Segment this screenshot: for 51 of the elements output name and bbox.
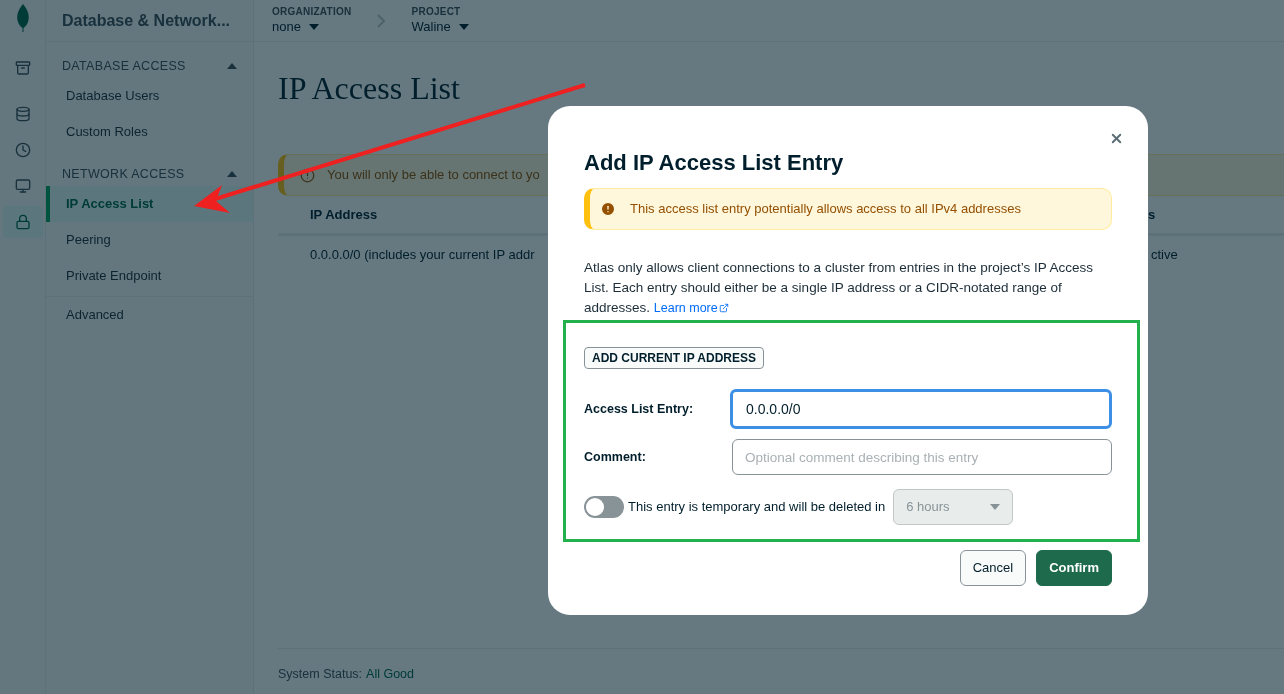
clock-icon [14,142,31,158]
table-cell-text: ctive [1151,246,1178,265]
sidebar-title: Database & Network... [62,10,231,31]
duration-select: 6 hours [893,489,1014,525]
caret-icon [458,23,469,30]
collapse-caret-icon [227,171,237,177]
breadcrumb-dropdown[interactable]: ORGANIZATION none [272,6,352,35]
breadcrumb-value: none [272,18,301,35]
caret-icon [990,504,1001,510]
section-header[interactable]: NETWORK ACCESS [46,162,253,186]
chevron-right-icon [377,13,386,28]
monitor-icon [14,178,31,194]
column-header: s [1148,205,1156,224]
nav-item[interactable]: IP Access List [46,186,253,222]
dialog-title: Add IP Access List Entry [584,149,845,177]
lock-icon [14,214,31,230]
description-text: Atlas only allows client connections to a cluster from entries in the project’s IP Access List. Each entry should either be a single IP address or a CIDR-notated range of addresses. Learn more [584,258,1112,318]
field-label: Access List Entry: [584,400,695,418]
breadcrumb-label: PROJECT [411,6,461,19]
alert-icon [600,201,616,217]
column-header: IP Address [310,205,378,224]
confirm-button[interactable]: Confirm [1036,550,1112,586]
banner-text: You will only be able to connect to yo [327,166,540,185]
breadcrumb-value: Waline [411,18,451,35]
collapse-caret-icon [227,63,237,69]
page-title: IP Access List [278,69,461,108]
section-header[interactable]: DATABASE ACCESS [46,54,253,78]
breadcrumb-dropdown[interactable]: PROJECT Waline [411,6,469,35]
rail-button[interactable] [2,206,43,238]
nav-item[interactable]: Peering [46,222,253,258]
archive-icon [14,60,31,76]
nav-item[interactable]: Database Users [46,78,253,114]
learn-more-link[interactable]: Learn more [653,298,729,318]
field-label: Comment: [584,448,647,466]
nav-item[interactable]: Advanced [46,297,253,333]
add-current-ip-button[interactable]: ADD CURRENT IP ADDRESS [584,347,764,369]
table-cell-text: 0.0.0.0/0 (includes your current IP addr [310,246,535,265]
leaf-logo[interactable] [15,4,30,32]
status-label: System Status: [278,666,363,683]
nav-item[interactable]: Private Endpoint [46,258,253,294]
external-link-icon [718,303,729,313]
access-list-entry-field[interactable]: 0.0.0.0/0 [730,389,1112,429]
status-value[interactable]: All Good [366,665,414,694]
breadcrumb-label: ORGANIZATION [272,6,352,19]
cancel-button[interactable]: Cancel [959,550,1027,586]
nav-item[interactable]: Custom Roles [46,114,253,150]
database-icon [14,106,31,122]
toggle-label: This entry is temporary and will be deleted in [628,498,886,517]
caret-icon [308,23,319,30]
comment-field[interactable]: Optional comment describing this entry [732,439,1112,475]
warning-text: This access list entry potentially allows access to all IPv4 addresses [630,200,1021,219]
